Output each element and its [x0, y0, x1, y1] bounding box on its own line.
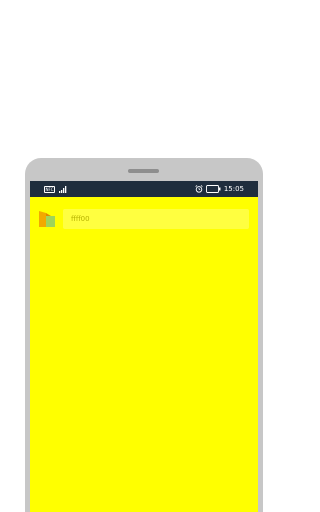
phone-speaker [128, 169, 159, 173]
sim-card-icon: NFC [44, 185, 55, 193]
status-bar-right: 15:05 [195, 181, 244, 197]
color-palette-app-icon[interactable] [37, 209, 57, 229]
phone-screen: NFC 15:05 ffff00 [30, 181, 258, 512]
alarm-clock-icon [195, 185, 203, 193]
status-time: 15:05 [223, 185, 244, 193]
status-bar-left: NFC [44, 181, 67, 197]
battery-icon [205, 185, 221, 193]
cellular-signal-icon [59, 185, 67, 193]
color-header-row: ffff00 [30, 203, 258, 233]
status-bar: NFC 15:05 [30, 181, 258, 197]
stage: NFC 15:05 ffff00 [0, 0, 288, 512]
color-hex-input[interactable]: ffff00 [63, 209, 249, 229]
